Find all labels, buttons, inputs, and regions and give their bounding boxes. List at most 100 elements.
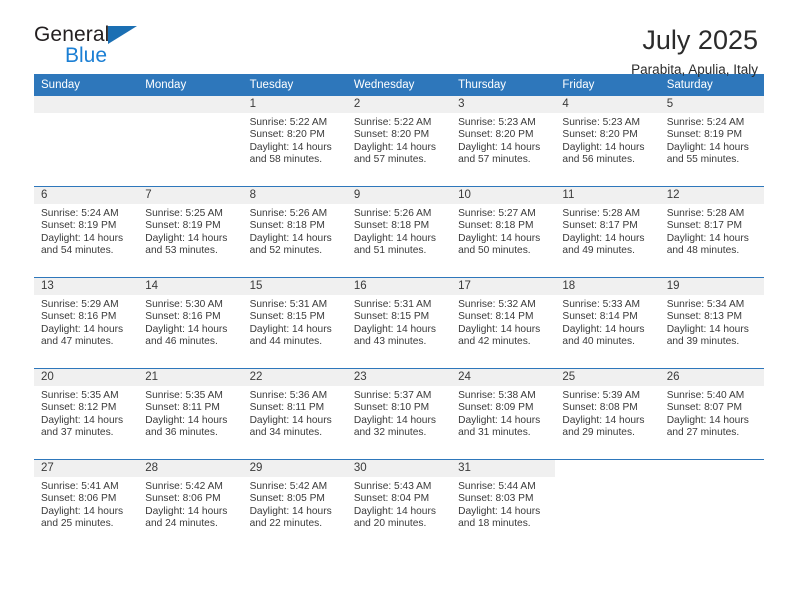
day-cell-30[interactable]: 30 Sunrise: 5:43 AM Sunset: 8:04 PM Dayligh… (346, 460, 452, 550)
sunrise-text: Sunrise: 5:38 AM (458, 390, 536, 401)
empty-day-cell (34, 96, 139, 186)
daylight-line2-text: and 53 minutes. (145, 245, 218, 257)
day-cell-25[interactable]: 25 Sunrise: 5:39 AM Sunset: 8:08 PM Dayligh… (555, 369, 660, 459)
sunset-text: Sunset: 8:03 PM (458, 493, 534, 505)
daylight-line2-text: and 39 minutes. (666, 336, 740, 348)
daylight-line1-text: Daylight: 14 hours (666, 414, 749, 426)
sunrise-text: Sunrise: 5:26 AM (249, 208, 328, 219)
daylight-line1-text: Daylight: 14 hours (458, 141, 541, 153)
sunset-text: Sunset: 8:15 PM (249, 311, 325, 323)
day-sun-info: Sunrise: 5:28 AM Sunset: 8:17 PM Daylight:… (555, 204, 659, 258)
day-cell-4[interactable]: 4 Sunrise: 5:23 AM Sunset: 8:20 PM Daylight… (555, 96, 660, 186)
sunset-text: Sunset: 8:19 PM (41, 220, 117, 232)
sunset-text: Sunset: 8:11 PM (249, 402, 325, 414)
logo-text-blue: Blue (65, 44, 108, 67)
day-sun-info: Sunrise: 5:28 AM Sunset: 8:17 PM Daylight:… (660, 204, 764, 258)
daylight-line1-text: Daylight: 14 hours (249, 323, 332, 335)
day-cell-27[interactable]: 27 Sunrise: 5:41 AM Sunset: 8:06 PM Dayligh… (34, 460, 139, 550)
calendar-cell: 21 Sunrise: 5:35 AM Sunset: 8:11 PM Dayligh… (138, 368, 243, 460)
calendar-cell: 22 Sunrise: 5:36 AM Sunset: 8:11 PM Dayligh… (242, 368, 347, 460)
day-number: 30 (346, 460, 452, 477)
daylight-line2-text: and 49 minutes. (562, 245, 635, 257)
empty-day-cell (555, 460, 659, 550)
daylight-line2-text: and 55 minutes. (666, 154, 740, 166)
sunrise-text: Sunrise: 5:28 AM (666, 208, 745, 219)
sunrise-text: Sunrise: 5:42 AM (145, 481, 223, 492)
sunrise-text: Sunrise: 5:37 AM (353, 390, 432, 401)
day-cell-6[interactable]: 6 Sunrise: 5:24 AM Sunset: 8:19 PM Daylight… (34, 187, 139, 277)
daylight-line2-text: and 18 minutes. (458, 518, 531, 530)
day-number: 16 (346, 278, 452, 295)
day-number: 3 (451, 96, 556, 113)
sunset-text: Sunset: 8:08 PM (562, 402, 638, 414)
day-cell-18[interactable]: 18 Sunrise: 5:33 AM Sunset: 8:14 PM Dayligh… (555, 278, 660, 368)
calendar-cell: 1 Sunrise: 5:22 AM Sunset: 8:20 PM Daylight… (242, 96, 347, 187)
day-sun-info: Sunrise: 5:39 AM Sunset: 8:08 PM Daylight:… (555, 386, 659, 440)
logo-text-general: General (34, 23, 110, 46)
day-sun-info: Sunrise: 5:26 AM Sunset: 8:18 PM Daylight:… (243, 204, 347, 258)
day-number: 14 (138, 278, 243, 295)
day-cell-26[interactable]: 26 Sunrise: 5:40 AM Sunset: 8:07 PM Dayligh… (659, 369, 764, 459)
daylight-line2-text: and 43 minutes. (353, 336, 427, 348)
day-cell-24[interactable]: 24 Sunrise: 5:38 AM Sunset: 8:09 PM Dayligh… (451, 369, 556, 459)
day-cell-14[interactable]: 14 Sunrise: 5:30 AM Sunset: 8:16 PM Dayligh… (138, 278, 243, 368)
daylight-line2-text: and 57 minutes. (353, 154, 427, 166)
day-cell-3[interactable]: 3 Sunrise: 5:23 AM Sunset: 8:20 PM Daylight… (451, 96, 556, 186)
daylight-line2-text: and 54 minutes. (41, 245, 114, 257)
day-cell-13[interactable]: 13 Sunrise: 5:29 AM Sunset: 8:16 PM Dayligh… (34, 278, 139, 368)
calendar-cell: 4 Sunrise: 5:23 AM Sunset: 8:20 PM Daylight… (555, 96, 660, 187)
day-number: 22 (242, 369, 347, 386)
empty-day-cell (660, 460, 764, 550)
day-sun-info: Sunrise: 5:23 AM Sunset: 8:20 PM Daylight:… (451, 113, 555, 167)
day-sun-info: Sunrise: 5:37 AM Sunset: 8:10 PM Daylight:… (347, 386, 451, 440)
daylight-line2-text: and 34 minutes. (249, 427, 323, 439)
triangle-icon (108, 26, 137, 44)
day-sun-info: Sunrise: 5:34 AM Sunset: 8:13 PM Daylight:… (660, 295, 764, 349)
day-cell-19[interactable]: 19 Sunrise: 5:34 AM Sunset: 8:13 PM Dayligh… (659, 278, 764, 368)
day-number: 19 (659, 278, 764, 295)
daylight-line2-text: and 32 minutes. (353, 427, 427, 439)
day-cell-1[interactable]: 1 Sunrise: 5:22 AM Sunset: 8:20 PM Daylight… (242, 96, 347, 186)
day-cell-8[interactable]: 8 Sunrise: 5:26 AM Sunset: 8:18 PM Daylight… (242, 187, 347, 277)
day-number: 9 (346, 187, 452, 204)
day-cell-2[interactable]: 2 Sunrise: 5:22 AM Sunset: 8:20 PM Daylight… (346, 96, 452, 186)
day-cell-31[interactable]: 31 Sunrise: 5:44 AM Sunset: 8:03 PM Dayligh… (451, 460, 556, 550)
sunrise-text: Sunrise: 5:31 AM (249, 299, 328, 310)
sunrise-text: Sunrise: 5:24 AM (666, 117, 745, 128)
daylight-line1-text: Daylight: 14 hours (458, 323, 541, 335)
sunset-text: Sunset: 8:12 PM (41, 402, 117, 414)
sunset-text: Sunset: 8:07 PM (666, 402, 743, 414)
calendar-cell: 9 Sunrise: 5:26 AM Sunset: 8:18 PM Daylight… (346, 186, 452, 278)
daylight-line2-text: and 40 minutes. (562, 336, 635, 348)
general-blue-logo[interactable]: General Blue (34, 24, 154, 72)
day-cell-15[interactable]: 15 Sunrise: 5:31 AM Sunset: 8:15 PM Dayligh… (242, 278, 347, 368)
daylight-line2-text: and 50 minutes. (458, 245, 531, 257)
sunset-text: Sunset: 8:06 PM (41, 493, 117, 505)
day-cell-28[interactable]: 28 Sunrise: 5:42 AM Sunset: 8:06 PM Dayligh… (138, 460, 243, 550)
day-cell-5[interactable]: 5 Sunrise: 5:24 AM Sunset: 8:19 PM Daylight… (659, 96, 764, 186)
sunrise-sunset-calendar: Sunday Monday Tuesday Wednesday Thursday Frid… (34, 74, 764, 550)
location-subtitle: Parabita, Apulia, Italy (631, 62, 758, 78)
day-cell-9[interactable]: 9 Sunrise: 5:26 AM Sunset: 8:18 PM Daylight… (346, 187, 452, 277)
day-number: 6 (34, 187, 139, 204)
day-number: 20 (34, 369, 139, 386)
sunrise-text: Sunrise: 5:22 AM (249, 117, 328, 128)
day-cell-22[interactable]: 22 Sunrise: 5:36 AM Sunset: 8:11 PM Dayligh… (242, 369, 347, 459)
day-cell-12[interactable]: 12 Sunrise: 5:28 AM Sunset: 8:17 PM Dayligh… (659, 187, 764, 277)
daylight-line1-text: Daylight: 14 hours (41, 505, 124, 517)
day-cell-16[interactable]: 16 Sunrise: 5:31 AM Sunset: 8:15 PM Dayligh… (346, 278, 452, 368)
daylight-line1-text: Daylight: 14 hours (353, 141, 436, 153)
day-cell-29[interactable]: 29 Sunrise: 5:42 AM Sunset: 8:05 PM Dayligh… (242, 460, 347, 550)
day-sun-info: Sunrise: 5:42 AM Sunset: 8:05 PM Daylight:… (243, 477, 347, 531)
daylight-line2-text: and 52 minutes. (249, 245, 323, 257)
day-cell-17[interactable]: 17 Sunrise: 5:32 AM Sunset: 8:14 PM Dayligh… (451, 278, 556, 368)
day-cell-21[interactable]: 21 Sunrise: 5:35 AM Sunset: 8:11 PM Dayligh… (138, 369, 243, 459)
calendar-cell: 27 Sunrise: 5:41 AM Sunset: 8:06 PM Dayligh… (34, 459, 139, 550)
day-cell-23[interactable]: 23 Sunrise: 5:37 AM Sunset: 8:10 PM Dayligh… (346, 369, 452, 459)
day-cell-10[interactable]: 10 Sunrise: 5:27 AM Sunset: 8:18 PM Dayligh… (451, 187, 556, 277)
day-cell-11[interactable]: 11 Sunrise: 5:28 AM Sunset: 8:17 PM Dayligh… (555, 187, 660, 277)
sunrise-text: Sunrise: 5:26 AM (353, 208, 432, 219)
day-sun-info: Sunrise: 5:24 AM Sunset: 8:19 PM Daylight:… (660, 113, 764, 167)
day-cell-20[interactable]: 20 Sunrise: 5:35 AM Sunset: 8:12 PM Dayligh… (34, 369, 139, 459)
day-cell-7[interactable]: 7 Sunrise: 5:25 AM Sunset: 8:19 PM Daylight… (138, 187, 243, 277)
